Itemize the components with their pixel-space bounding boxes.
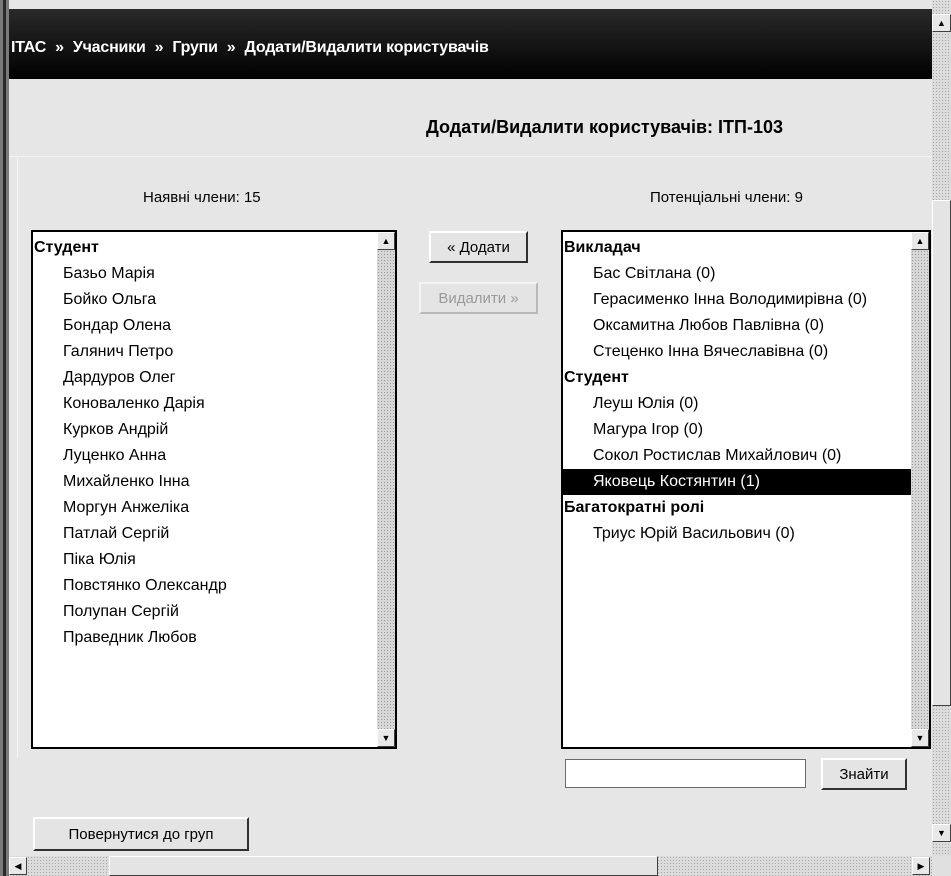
add-button[interactable]: « Додати [429,231,528,263]
list-option[interactable]: Бондар Олена [33,313,377,339]
optgroup-label: Студент [564,369,629,386]
page-vertical-scrollbar[interactable]: ▲ ▼ [932,0,951,856]
list-option[interactable]: Полупан Сергій [33,599,377,625]
list-option[interactable]: Яковець Костянтин (1) [563,469,911,495]
list-option[interactable]: Бас Світлана (0) [563,261,911,287]
list-option[interactable]: Луценко Анна [33,443,377,469]
list-option[interactable]: Триус Юрій Васильович (0) [563,521,911,547]
breadcrumb-groups[interactable]: Групи [172,39,218,56]
navbar: ІТАС » Учасники » Групи » Додати/Видалити кори… [9,9,932,79]
list-option[interactable]: Патлай Сергій [33,521,377,547]
list-option[interactable]: Курков Андрій [33,417,377,443]
breadcrumb-participants[interactable]: Учасники [73,39,146,56]
page-title: Додати/Видалити користувачів: ІТП-103 [426,117,783,137]
list-option[interactable]: Дардуров Олег [33,365,377,391]
divider [9,156,932,157]
list-option[interactable]: Галянич Петро [33,339,377,365]
page-horizontal-scroll-thumb[interactable] [109,856,658,876]
existing-members-options: Студент Базьо Марія Бойко Ольга Бондар Олен… [33,235,377,651]
list-option[interactable]: Сокол Ростислав Михайлович (0) [563,443,911,469]
breadcrumb-separator: » [55,39,64,56]
list-option[interactable]: Праведник Любов [33,625,377,651]
triangle-up-icon[interactable]: ▲ [377,232,395,250]
optgroup-label: Багатократні ролі [564,499,705,516]
breadcrumb-current: Додати/Видалити користувачів [244,39,489,56]
optgroup-label: Викладач [564,239,641,256]
existing-members-caption: Наявні члени: 15 [143,189,261,206]
scrollbar-corner [932,856,951,876]
existing-list-scrollbar[interactable]: ▲ ▼ [377,232,395,747]
remove-button[interactable]: Видалити » [419,282,538,314]
triangle-down-icon[interactable]: ▼ [932,824,951,842]
divider [17,158,18,758]
list-option[interactable]: Стеценко Інна Вячеславівна (0) [563,339,911,365]
page-horizontal-scrollbar[interactable]: ◀ ▶ [9,856,932,876]
list-option[interactable]: Коноваленко Дарія [33,391,377,417]
triangle-up-icon[interactable]: ▲ [932,14,951,32]
window-frame [0,0,9,876]
page-content: ІТАС » Учасники » Групи » Додати/Видалити кори… [9,0,932,856]
search-input[interactable] [565,759,806,788]
list-option[interactable]: Бойко Ольга [33,287,377,313]
window-frame-edge [3,0,6,876]
triangle-down-icon[interactable]: ▼ [377,729,395,747]
breadcrumb-separator: » [154,39,164,56]
search-button[interactable]: Знайти [821,758,907,790]
optgroup-label: Студент [34,239,99,256]
list-option[interactable]: Леуш Юлія (0) [563,391,911,417]
potential-members-caption: Потенціальні члени: 9 [650,189,803,206]
page-vertical-scroll-thumb[interactable] [932,200,951,706]
triangle-down-icon[interactable]: ▼ [911,729,929,747]
triangle-right-icon[interactable]: ▶ [912,857,930,875]
potential-members-list[interactable]: Викладач Бас Світлана (0) Герасименко Інна… [561,230,931,749]
triangle-up-icon[interactable]: ▲ [911,232,929,250]
list-option[interactable]: Оксамитна Любов Павлівна (0) [563,313,911,339]
list-option[interactable]: Моргун Анжеліка [33,495,377,521]
potential-members-options: Викладач Бас Світлана (0) Герасименко Інна… [563,235,911,547]
list-option[interactable]: Базьо Марія [33,261,377,287]
existing-members-list[interactable]: Студент Базьо Марія Бойко Ольга Бондар Олен… [31,230,397,749]
back-to-groups-button[interactable]: Повернутися до груп [33,817,249,851]
list-option[interactable]: Магура Ігор (0) [563,417,911,443]
list-option[interactable]: Герасименко Інна Володимирівна (0) [563,287,911,313]
breadcrumb-home[interactable]: ІТАС [11,39,46,56]
triangle-left-icon[interactable]: ◀ [9,857,27,875]
breadcrumb-separator: » [226,39,236,56]
list-option[interactable]: Михайленко Інна [33,469,377,495]
list-option[interactable]: Повстянко Олександр [33,573,377,599]
potential-list-scrollbar[interactable]: ▲ ▼ [911,232,929,747]
list-option[interactable]: Піка Юлія [33,547,377,573]
breadcrumb: ІТАС » Учасники » Групи » Додати/Видалити кори… [11,39,489,57]
